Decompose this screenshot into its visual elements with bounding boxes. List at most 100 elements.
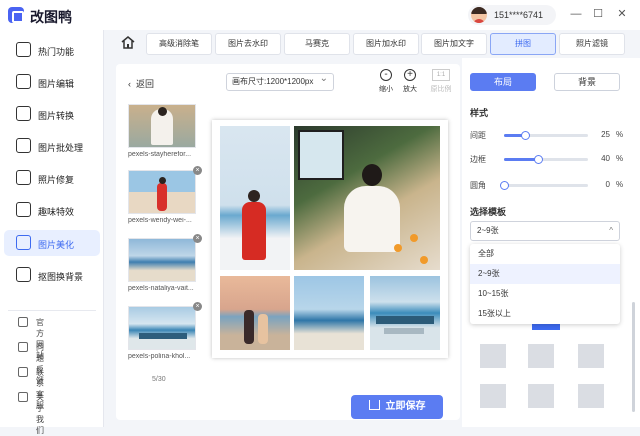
fire-icon: [16, 42, 31, 57]
zoom-in-button[interactable]: + 放大: [398, 69, 422, 94]
zoom-in-icon: +: [404, 69, 416, 81]
template-option[interactable]: [480, 384, 506, 408]
tab-remove-watermark[interactable]: 图片去水印: [215, 33, 281, 55]
thumbnail-name: pexels-wendy-wei-...: [128, 217, 192, 224]
collage-cell[interactable]: [220, 126, 290, 270]
template-option[interactable]: [528, 384, 554, 408]
dropdown-option-all[interactable]: 全部: [470, 244, 620, 264]
tab-mosaic[interactable]: 马赛克: [284, 33, 350, 55]
tab-layout[interactable]: 布局: [470, 73, 536, 91]
slider-value: 40: [601, 154, 610, 163]
tab-advanced-eraser[interactable]: 高级消除笔: [146, 33, 212, 55]
home-icon[interactable]: [121, 36, 135, 49]
cutout-icon: [16, 267, 31, 282]
save-button[interactable]: 立即保存: [351, 395, 443, 419]
divider: [8, 310, 96, 311]
sidebar-item-label: 图片批处理: [38, 143, 84, 153]
sidebar-item-effects[interactable]: 趣味特效: [4, 197, 100, 223]
sidebar-item-label: 趣味特效: [38, 207, 75, 217]
slider-label: 圆角: [470, 181, 486, 190]
sidebar-item-batch[interactable]: 图片批处理: [4, 133, 100, 159]
thumbnail-item[interactable]: × pexels-nataliya-vait...: [128, 234, 202, 292]
minimize-button[interactable]: —: [568, 6, 584, 22]
template-option[interactable]: [578, 384, 604, 408]
feedback-icon: [18, 342, 28, 352]
template-count-select[interactable]: 2~9张 ^: [470, 221, 620, 241]
user-phone: 151****6741: [494, 10, 544, 20]
sidebar-item-beautify[interactable]: 图片美化: [4, 230, 100, 256]
template-option[interactable]: [578, 344, 604, 368]
page-indicator: 5/30: [152, 376, 166, 383]
slider-value: 0: [605, 180, 610, 189]
dropdown-option-10-15[interactable]: 10~15张: [470, 284, 620, 304]
sidebar-item-convert[interactable]: 图片转换: [4, 101, 100, 127]
collage-cell[interactable]: [370, 276, 440, 350]
slider-track[interactable]: [500, 181, 588, 190]
chevron-left-icon: ‹: [128, 79, 136, 89]
app-title: 改图鸭: [30, 9, 72, 25]
slider-track[interactable]: [504, 131, 588, 140]
settings-panel: 布局 背景 样式 间距 25 % 边框 40 % 圆角 0 % 选择模板 2~9…: [462, 58, 640, 427]
collage-cell[interactable]: [220, 276, 290, 350]
batch-icon: [16, 138, 31, 153]
slider-unit: %: [616, 180, 624, 189]
sidebar-item-cutout[interactable]: 抠图换背景: [4, 262, 100, 288]
tab-photo-filter[interactable]: 照片滤镜: [559, 33, 625, 55]
thumbnail-name: pexels-nataliya-vait...: [128, 285, 194, 292]
zoom-out-button[interactable]: - 缩小: [374, 69, 398, 94]
remove-thumbnail-icon[interactable]: ×: [193, 166, 202, 175]
work-area: ‹ 返回 画布尺寸:1200*1200px - 缩小 + 放大 1:1 原比例 …: [116, 64, 460, 420]
remove-thumbnail-icon[interactable]: ×: [193, 302, 202, 311]
user-account[interactable]: 151****6741: [468, 5, 556, 25]
collage-cell[interactable]: [294, 126, 440, 270]
restore-button[interactable]: ☐: [590, 6, 606, 22]
info-icon: [18, 392, 28, 402]
tab-add-watermark[interactable]: 图片加水印: [353, 33, 419, 55]
panel-scrollbar[interactable]: [632, 302, 635, 412]
slider-track[interactable]: [504, 155, 588, 164]
select-value: 2~9张: [477, 226, 499, 235]
template-option[interactable]: [480, 344, 506, 368]
remove-thumbnail-icon[interactable]: ×: [193, 234, 202, 243]
thumbnail-image: [128, 170, 196, 214]
tab-background[interactable]: 背景: [554, 73, 620, 91]
sidebar-item-label: 抠图换背景: [38, 272, 84, 282]
slider-handle[interactable]: [500, 181, 509, 190]
thumbnail-item[interactable]: × pexels-polina-khol...: [128, 302, 202, 360]
dropdown-option-2-9[interactable]: 2~9张: [470, 264, 620, 284]
sidebar-item-label: 图片美化: [38, 240, 75, 250]
sidebar: 热门功能 图片编辑 图片转换 图片批处理 照片修复 趣味特效 图片美化 抠图换背…: [0, 30, 104, 435]
tab-add-text[interactable]: 图片加文字: [421, 33, 487, 55]
zoom-out-icon: -: [380, 69, 392, 81]
beautify-icon: [16, 235, 31, 250]
spacing-slider[interactable]: 间距 25 %: [470, 128, 634, 142]
slider-handle[interactable]: [521, 131, 530, 140]
original-ratio-label: 原比例: [430, 86, 452, 93]
thumbnail-item[interactable]: × pexels-wendy-wei-...: [128, 166, 202, 224]
chevron-up-icon: ^: [609, 226, 613, 235]
collage-cell[interactable]: [294, 276, 364, 350]
sidebar-item-repair[interactable]: 照片修复: [4, 165, 100, 191]
sidebar-item-image-edit[interactable]: 图片编辑: [4, 69, 100, 95]
sidebar-item-hot[interactable]: 热门功能: [4, 37, 100, 63]
canvas-size-select[interactable]: 画布尺寸:1200*1200px: [226, 71, 334, 91]
back-button[interactable]: ‹ 返回: [128, 77, 154, 90]
zoom-in-label: 放大: [403, 86, 417, 93]
original-ratio-button[interactable]: 1:1 原比例: [428, 69, 454, 94]
thumbnail-item[interactable]: pexels-stayherefor...: [128, 104, 196, 158]
app-logo-icon: [8, 7, 24, 23]
collage-canvas[interactable]: [212, 120, 448, 358]
template-count-dropdown: 全部 2~9张 10~15张 15张以上: [470, 244, 620, 324]
dropdown-option-15-plus[interactable]: 15张以上: [470, 304, 620, 324]
corner-radius-slider[interactable]: 圆角 0 %: [470, 178, 634, 192]
thumbnail-image: [128, 238, 196, 282]
border-slider[interactable]: 边框 40 %: [470, 152, 634, 166]
sidebar-item-label: 图片转换: [38, 111, 75, 121]
template-section-title: 选择模板: [470, 207, 507, 217]
slider-handle[interactable]: [533, 155, 543, 164]
tab-collage[interactable]: 拼图: [490, 33, 556, 55]
sidebar-item-label: 热门功能: [38, 47, 75, 57]
avatar: [471, 7, 487, 23]
template-option[interactable]: [528, 344, 554, 368]
close-button[interactable]: ✕: [614, 6, 630, 22]
